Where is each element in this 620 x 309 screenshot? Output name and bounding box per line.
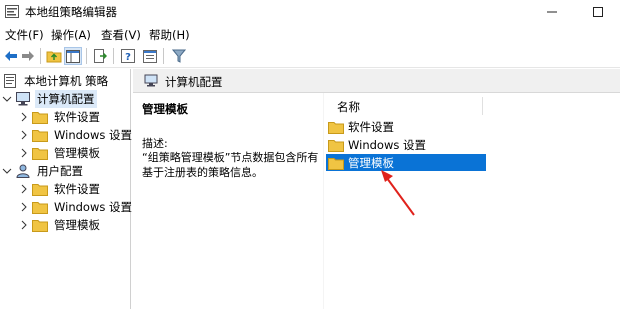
selected-item-title: 管理模板: [142, 102, 188, 116]
description-label: 描述:: [142, 137, 168, 150]
chevron-down-icon: [2, 96, 12, 102]
chevron-right-icon: [21, 202, 27, 211]
list-item-software-settings[interactable]: 软件设置: [326, 118, 486, 135]
list-item-label: Windows 设置: [348, 137, 426, 152]
tree-item-label: Windows 设置: [54, 199, 132, 214]
chevron-down-icon: [2, 168, 12, 174]
toolbar: ?: [0, 44, 620, 68]
tree-item-computer-config[interactable]: 计算机配置: [2, 89, 97, 108]
chevron-right-icon: [21, 112, 27, 121]
policy-editor-icon: [5, 5, 19, 18]
svg-text:?: ?: [125, 52, 131, 63]
menu-action[interactable]: 操作(A): [51, 27, 91, 43]
minimize-button[interactable]: [529, 0, 575, 24]
folder-icon: [32, 201, 48, 214]
properties-button[interactable]: [141, 47, 159, 65]
annotation-arrow: [381, 170, 415, 216]
folder-icon: [328, 121, 344, 134]
computer-icon: [16, 91, 30, 105]
folder-icon: [32, 111, 48, 124]
tree-item-label: 用户配置: [37, 163, 83, 178]
show-hide-tree-icon: [66, 49, 80, 63]
policy-document-icon: [4, 73, 16, 88]
folder-icon: [328, 157, 344, 170]
up-folder-button[interactable]: [45, 47, 63, 65]
computer-icon: [144, 74, 158, 87]
tree-item-user-software[interactable]: 软件设置: [19, 180, 102, 197]
help-button[interactable]: ?: [119, 47, 137, 65]
folder-icon: [32, 129, 48, 142]
export-list-button[interactable]: [91, 47, 109, 65]
export-list-icon: [94, 49, 107, 63]
tree-item-label: 软件设置: [54, 109, 100, 124]
folder-icon: [328, 139, 344, 152]
minimize-icon: [547, 11, 557, 13]
filter-icon: [172, 49, 186, 63]
tree-item-user-windows[interactable]: Windows 设置: [19, 198, 134, 215]
chevron-right-icon: [21, 130, 27, 139]
user-icon: [16, 164, 30, 178]
maximize-icon: [593, 7, 603, 17]
help-icon: ?: [121, 49, 135, 63]
properties-icon: [143, 49, 157, 63]
navigation-tree: 本地计算机 策略 计算机配置 软件设置 Windows 设置 管理模板 用户配置…: [0, 69, 134, 309]
tree-item-computer-software[interactable]: 软件设置: [19, 108, 102, 125]
tree-item-computer-windows[interactable]: Windows 设置: [19, 126, 134, 143]
description-text: “组策略管理模板”节点数据包含所有基于注册表的策略信息。: [142, 151, 319, 179]
chevron-right-icon: [21, 148, 27, 157]
title-bar: 本地组策略编辑器: [0, 0, 620, 24]
window-title: 本地组策略编辑器: [25, 5, 117, 19]
list-item-label: 软件设置: [348, 119, 394, 134]
chevron-right-icon: [21, 184, 27, 193]
back-icon: [5, 51, 17, 61]
list-column-header: 名称: [326, 95, 620, 117]
back-button[interactable]: [2, 47, 20, 65]
up-folder-icon: [46, 51, 62, 63]
tree-item-user-config[interactable]: 用户配置: [2, 162, 85, 179]
column-name-header[interactable]: 名称: [337, 99, 360, 115]
menu-bar: 文件(F) 操作(A) 查看(V) 帮助(H): [0, 24, 620, 44]
tree-root-label: 本地计算机 策略: [24, 73, 109, 88]
details-header-title: 计算机配置: [165, 75, 223, 89]
tree-item-label: 管理模板: [54, 217, 100, 232]
menu-view[interactable]: 查看(V): [101, 27, 141, 43]
tree-item-label: 计算机配置: [35, 89, 97, 108]
list-item-windows-settings[interactable]: Windows 设置: [326, 136, 486, 153]
show-hide-tree-button[interactable]: [64, 47, 82, 65]
tree-item-label: 软件设置: [54, 181, 100, 196]
folder-icon: [32, 183, 48, 196]
tree-root[interactable]: 本地计算机 策略: [2, 72, 110, 89]
folder-icon: [32, 147, 48, 160]
folder-icon: [32, 219, 48, 232]
tree-item-label: 管理模板: [54, 145, 100, 160]
tree-item-computer-admin-templates[interactable]: 管理模板: [19, 144, 102, 161]
forward-icon: [22, 51, 34, 61]
menu-file[interactable]: 文件(F): [5, 27, 44, 43]
filter-button[interactable]: [170, 47, 188, 65]
tree-item-user-admin-templates[interactable]: 管理模板: [19, 216, 102, 233]
menu-help[interactable]: 帮助(H): [149, 27, 190, 43]
details-pane: 计算机配置 管理模板 描述: “组策略管理模板”节点数据包含所有基于注册表的策略…: [133, 69, 620, 309]
forward-button[interactable]: [19, 47, 37, 65]
details-header: 计算机配置: [133, 69, 620, 93]
tree-item-label: Windows 设置: [54, 127, 132, 142]
maximize-button[interactable]: [575, 0, 620, 24]
chevron-right-icon: [21, 220, 27, 229]
